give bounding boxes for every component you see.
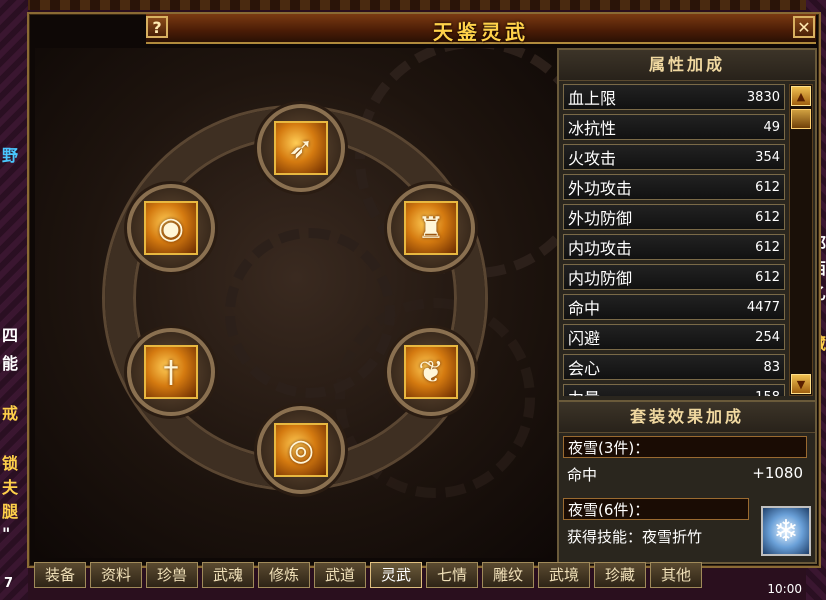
close-button[interactable]: ✕ — [793, 16, 815, 38]
attribute-scrollbar[interactable]: ▲ ▼ — [789, 84, 813, 396]
attribute-value: 612 — [755, 269, 780, 285]
attribute-value: 3830 — [746, 89, 780, 105]
tab-wudao[interactable]: 武道 — [314, 562, 366, 588]
set3-title: 夜雪(3件)： — [563, 436, 807, 458]
scroll-down-button[interactable]: ▼ — [791, 374, 811, 394]
attribute-row: 冰抗性 49 — [563, 114, 785, 140]
window-title: 天鉴灵武 — [433, 20, 529, 44]
scroll-up-button[interactable]: ▲ — [791, 86, 811, 106]
ring-icon[interactable]: ◎ — [274, 423, 328, 477]
background-chat-char: 锁 — [2, 454, 19, 473]
slot-bottom[interactable]: ◎ — [257, 406, 345, 494]
attribute-value: 612 — [755, 239, 780, 255]
attribute-panel-title: 属性加成 — [559, 50, 815, 81]
slot-right-lower[interactable]: ❦ — [387, 328, 475, 416]
background-status-text: 7 — [4, 576, 14, 591]
attribute-name: 内功防御 — [568, 269, 633, 288]
attribute-name: 冰抗性 — [568, 119, 617, 138]
attribute-bonus-panel: 属性加成 血上限 3830 冰抗性 49 火攻击 354 外功攻击 612 外功防御 61… — [557, 48, 817, 402]
background-chat-char: 野 — [2, 146, 19, 165]
background-chat-char: 腿 — [2, 502, 19, 521]
set3-effect-value: +1080 — [752, 464, 803, 482]
tab-pets[interactable]: 珍兽 — [146, 562, 198, 588]
character-tab-bar: 装备 资料 珍兽 武魂 修炼 武道 灵武 七情 雕纹 武境 珍藏 其他 — [34, 562, 702, 590]
shield-icon[interactable]: ◉ — [144, 201, 198, 255]
tab-diaowen[interactable]: 雕纹 — [482, 562, 534, 588]
equipment-art-panel: ➶ ◉ ♜ † ❦ ◎ — [35, 48, 557, 558]
attribute-row: 力量 158 — [563, 384, 785, 396]
set6-effect-text: 获得技能：夜雪折竹 — [567, 528, 703, 546]
attribute-name: 命中 — [568, 299, 601, 318]
help-button[interactable]: ? — [146, 16, 168, 38]
attribute-row: 火攻击 354 — [563, 144, 785, 170]
attribute-value: 4477 — [746, 299, 780, 315]
background-chat-char: 能 — [2, 354, 19, 373]
tab-wuhun[interactable]: 武魂 — [202, 562, 254, 588]
attribute-row: 外功防御 612 — [563, 204, 785, 230]
attribute-name: 外功攻击 — [568, 179, 633, 198]
attribute-row: 内功攻击 612 — [563, 234, 785, 260]
bow-icon[interactable]: ❦ — [404, 345, 458, 399]
snowflake-icon[interactable]: ❄ — [761, 506, 811, 556]
set-bonus-panel: 套装效果加成 夜雪(3件)： 命中 +1080 夜雪(6件)： 获得技能：夜雪折… — [557, 400, 817, 564]
tab-other[interactable]: 其他 — [650, 562, 702, 588]
attribute-row: 血上限 3830 — [563, 84, 785, 110]
background-chat-char: " — [2, 524, 11, 543]
attribute-name: 血上限 — [568, 89, 617, 108]
background-chat-char: 戒 — [2, 404, 19, 423]
tianjian-lingwu-window: 天鉴灵武 ? ✕ ➶ ◉ ♜ † ❦ ◎ 属性加成 血上限3830 冰抗性4 — [27, 12, 821, 568]
attribute-name: 力量 — [568, 385, 600, 396]
set3-effect: 命中 +1080 — [567, 464, 803, 485]
tab-cultivation[interactable]: 修炼 — [258, 562, 310, 588]
background-clock-text: 10:00 — [767, 582, 802, 596]
attribute-row: 内功防御 612 — [563, 264, 785, 290]
slot-left-lower[interactable]: † — [127, 328, 215, 416]
background-chat-char: 四 — [2, 326, 19, 345]
attribute-value: 83 — [763, 359, 780, 375]
slot-left-upper[interactable]: ◉ — [127, 184, 215, 272]
dagger-icon[interactable]: † — [144, 345, 198, 399]
slot-top[interactable]: ➶ — [257, 104, 345, 192]
slot-right-upper[interactable]: ♜ — [387, 184, 475, 272]
attribute-value: 158 — [755, 390, 780, 397]
attribute-value: 354 — [755, 149, 780, 165]
background-top-border — [0, 0, 826, 10]
attribute-name: 火攻击 — [568, 149, 617, 168]
tab-lingwu[interactable]: 灵武 — [370, 562, 422, 588]
tab-wujing[interactable]: 武境 — [538, 562, 590, 588]
attribute-name: 闪避 — [568, 329, 601, 348]
set6-title: 夜雪(6件)： — [563, 498, 749, 520]
tab-collection[interactable]: 珍藏 — [594, 562, 646, 588]
tab-info[interactable]: 资料 — [90, 562, 142, 588]
armor-icon[interactable]: ♜ — [404, 201, 458, 255]
set6-effect: 获得技能：夜雪折竹 — [567, 526, 753, 547]
attribute-value: 612 — [755, 179, 780, 195]
tab-equipment[interactable]: 装备 — [34, 562, 86, 588]
set-panel-title: 套装效果加成 — [559, 402, 815, 433]
attribute-value: 254 — [755, 329, 780, 345]
spear-icon[interactable]: ➶ — [274, 121, 328, 175]
attribute-value: 49 — [763, 119, 780, 135]
attribute-row: 命中 4477 — [563, 294, 785, 320]
attribute-name: 内功攻击 — [568, 239, 633, 258]
attribute-row: 会心 83 — [563, 354, 785, 380]
attribute-value: 612 — [755, 209, 780, 225]
attribute-name: 会心 — [568, 359, 601, 378]
attribute-row: 闪避 254 — [563, 324, 785, 350]
window-titlebar[interactable]: 天鉴灵武 — [146, 14, 816, 44]
set3-effect-name: 命中 — [567, 466, 598, 484]
attribute-list[interactable]: 血上限 3830 冰抗性 49 火攻击 354 外功攻击 612 外功防御 612 内功攻… — [563, 84, 785, 396]
tab-qiqing[interactable]: 七情 — [426, 562, 478, 588]
attribute-row: 外功攻击 612 — [563, 174, 785, 200]
attribute-name: 外功防御 — [568, 209, 633, 228]
scroll-thumb[interactable] — [791, 109, 811, 129]
background-chat-char: 夫 — [2, 478, 19, 497]
